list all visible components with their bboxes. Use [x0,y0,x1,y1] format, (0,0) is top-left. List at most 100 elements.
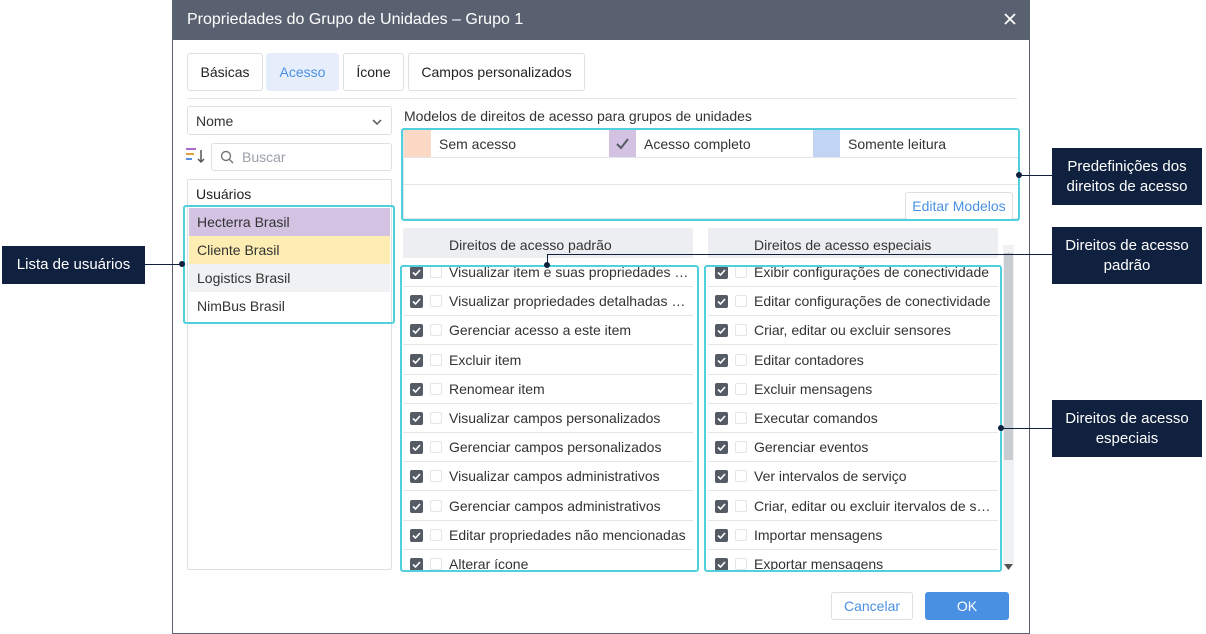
close-icon[interactable] [1001,9,1019,29]
checked-checkbox[interactable] [715,353,728,367]
callout-dot [998,425,1004,431]
ok-button[interactable]: OK [925,592,1009,620]
check-icon [717,357,726,364]
right-label: Ver intervalos de serviço [754,468,907,485]
right-label: Criar, editar ou excluir itervalos de se… [754,497,994,514]
search-field[interactable] [211,143,392,171]
checked-checkbox[interactable] [715,441,728,455]
rights-scrollbar[interactable] [1003,245,1014,570]
right-row[interactable]: Exportar mensagens [708,550,998,570]
disabled-checkbox [735,266,747,278]
checked-checkbox[interactable] [715,382,728,396]
right-row[interactable]: Gerenciar eventos [708,433,998,463]
checked-checkbox[interactable] [410,412,423,425]
user-list-item[interactable]: Hecterra Brasil [189,208,390,236]
checked-checkbox[interactable] [410,295,423,309]
right-label: Alterar ícone [449,556,529,570]
checked-checkbox[interactable] [410,441,423,455]
right-row[interactable]: Executar comandos [708,404,998,433]
callout-dot [544,262,550,268]
disabled-checkbox [430,353,442,366]
right-row[interactable]: Visualizar campos personalizados [403,404,693,433]
right-row[interactable]: Gerenciar campos personalizados [403,433,693,463]
user-list-item[interactable]: Logistics Brasil [189,264,390,292]
disabled-checkbox [430,324,442,337]
right-row[interactable]: Excluir item [403,346,693,375]
checked-checkbox[interactable] [715,528,728,542]
template-no-access[interactable]: Sem acesso [404,130,608,158]
user-list-item[interactable]: NimBus Brasil [189,292,390,320]
right-row[interactable]: Renomear item [403,375,693,404]
template-full-access[interactable]: Acesso completo [609,130,813,158]
callout-dot [179,261,185,267]
read-only-swatch [813,130,840,157]
check-icon [717,269,726,277]
right-label: Visualizar campos administrativos [449,468,660,485]
right-row[interactable]: Editar propriedades não mencionadas [403,521,693,550]
checked-checkbox[interactable] [715,470,728,484]
divider [404,184,1018,185]
right-row[interactable]: Alterar ícone [403,550,693,570]
right-row[interactable]: Editar contadores [708,346,998,375]
checked-checkbox[interactable] [715,558,728,570]
checked-checkbox[interactable] [410,382,423,396]
tab-campos-personalizados[interactable]: Campos personalizados [408,53,585,91]
right-row[interactable]: Criar, editar ou excluir sensores [708,316,998,346]
right-label: Editar contadores [754,351,864,368]
checked-checkbox[interactable] [715,295,728,309]
sort-select-value: Nome [196,113,234,129]
users-header: Usuários [196,186,252,202]
special-rights-list: Exibir configurações de conectividade Edi… [708,258,998,570]
disabled-checkbox [735,295,747,308]
checked-checkbox[interactable] [410,266,423,279]
tab-icone[interactable]: Ícone [343,53,404,91]
scroll-down-icon[interactable] [1004,557,1013,570]
right-label: Gerenciar campos personalizados [449,439,662,456]
disabled-checkbox [430,528,442,541]
check-icon [412,386,421,393]
right-row[interactable]: Visualizar propriedades detalhadas do it… [403,287,693,317]
right-label: Importar mensagens [754,526,883,543]
right-row[interactable]: Exibir configurações de conectividade [708,258,998,287]
right-row[interactable]: Gerenciar acesso a este item [403,316,693,346]
checked-checkbox[interactable] [715,324,728,338]
sort-select[interactable]: Nome [187,106,392,135]
cancel-button[interactable]: Cancelar [831,592,913,620]
checked-checkbox[interactable] [410,353,423,367]
check-icon [616,138,629,150]
checked-checkbox[interactable] [410,470,423,484]
edit-templates-button[interactable]: Editar Modelos [905,192,1013,220]
disabled-checkbox [735,353,747,366]
standard-rights-list: Visualizar item e suas propriedades bási… [403,258,693,570]
checked-checkbox[interactable] [410,324,423,338]
right-row[interactable]: Gerenciar campos administrativos [403,492,693,521]
checked-checkbox[interactable] [410,499,423,513]
dialog-titlebar: Propriedades do Grupo de Unidades – Grup… [173,0,1029,40]
right-row[interactable]: Visualizar campos administrativos [403,462,693,492]
user-list-item[interactable]: Cliente Brasil [189,236,390,264]
right-row[interactable]: Excluir mensagens [708,375,998,404]
checked-checkbox[interactable] [715,412,728,425]
check-icon [412,503,421,510]
checked-checkbox[interactable] [715,266,728,279]
tab-acesso[interactable]: Acesso [266,53,339,91]
search-input[interactable] [240,148,385,166]
checked-checkbox[interactable] [410,528,423,542]
check-icon [412,532,421,539]
callout-standard: Direitos de acesso padrão [1052,227,1202,284]
right-row[interactable]: Criar, editar ou excluir itervalos de se… [708,492,998,521]
check-icon [717,327,726,335]
sort-order-icon[interactable] [186,147,206,165]
checked-checkbox[interactable] [715,499,728,513]
right-label: Gerenciar campos administrativos [449,497,661,514]
right-row[interactable]: Importar mensagens [708,521,998,550]
checked-checkbox[interactable] [410,558,423,570]
callout-line [1002,428,1052,429]
right-row[interactable]: Ver intervalos de serviço [708,462,998,492]
template-read-only[interactable]: Somente leitura [813,130,1017,158]
right-label: Exportar mensagens [754,556,884,570]
scroll-up-icon[interactable] [1004,245,1013,258]
right-row[interactable]: Editar configurações de conectividade [708,287,998,317]
tab-basicas[interactable]: Básicas [187,53,263,91]
right-label: Executar comandos [754,410,878,426]
